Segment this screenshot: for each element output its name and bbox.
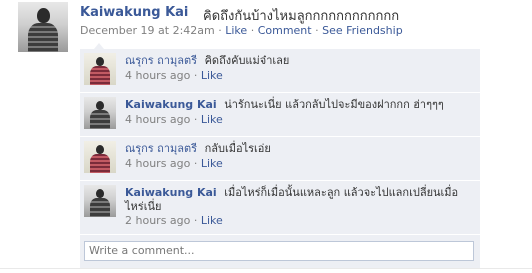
see-friendship-link[interactable]: See Friendship: [322, 24, 403, 37]
comment-item: ณรุกร ถามุลตรี คิดถึงคับแม่จ๋าเลย 4 hour…: [80, 49, 480, 93]
meta-separator: ·: [218, 24, 222, 37]
write-comment-input[interactable]: Write a comment...: [84, 241, 474, 261]
comment-item: ณรุกร ถามุลตรี กลับเมื่อไรเอ่ย 4 hours a…: [80, 137, 480, 181]
meta-separator: ·: [193, 69, 198, 82]
comment-meta: 4 hours ago · Like: [125, 69, 223, 82]
comment-avatar[interactable]: [84, 53, 116, 85]
comment-item: Kaiwakung Kai เมื่อไหร่ก็เมื่อนั้นแหละลู…: [80, 181, 480, 235]
comment-item: Kaiwakung Kai น่ารักนะเนี่ย แล้วกลับไปจะ…: [80, 93, 480, 137]
post-like-link[interactable]: Like: [225, 24, 247, 37]
post-message: คิดถึงกันบ้างไหมลูกกกกกกกกกกกก: [203, 9, 400, 24]
comments-list: ณรุกร ถามุลตรี คิดถึงคับแม่จ๋าเลย 4 hour…: [80, 49, 480, 268]
comment-timestamp[interactable]: 4 hours ago: [125, 157, 190, 170]
post-timestamp[interactable]: December 19 at 2:42am: [80, 24, 215, 37]
comment-like-link[interactable]: Like: [201, 113, 223, 126]
comment-timestamp[interactable]: 2 hours ago: [125, 214, 190, 227]
comment-avatar[interactable]: [84, 97, 116, 129]
comment-meta: 4 hours ago · Like: [125, 157, 223, 170]
post-author-name[interactable]: Kaiwakung Kai: [80, 5, 188, 20]
comment-like-link[interactable]: Like: [201, 157, 223, 170]
comment-author[interactable]: ณรุกร ถามุลตรี: [125, 142, 197, 155]
comment-avatar[interactable]: [84, 141, 116, 173]
story-divider: [0, 268, 532, 269]
post-comment-link[interactable]: Comment: [258, 24, 312, 37]
post-meta: December 19 at 2:42am · Like · Comment ·…: [80, 24, 403, 37]
comment-like-link[interactable]: Like: [201, 69, 223, 82]
meta-separator: ·: [315, 24, 319, 37]
write-comment-area: Write a comment...: [80, 235, 480, 268]
meta-separator: ·: [193, 214, 198, 227]
meta-separator: ·: [193, 113, 198, 126]
comment-text: น่ารักนะเนี่ย แล้วกลับไปจะมีของฝากกก ฮ่า…: [224, 98, 444, 111]
comment-like-link[interactable]: Like: [201, 214, 223, 227]
comment-text: กลับเมื่อไรเอ่ย: [204, 142, 271, 155]
comment-author[interactable]: Kaiwakung Kai: [125, 186, 217, 199]
avatar-head-shape: [37, 8, 50, 23]
comment-timestamp[interactable]: 4 hours ago: [125, 69, 190, 82]
post-author-avatar[interactable]: [18, 2, 68, 52]
meta-separator: ·: [250, 24, 255, 37]
avatar-body-shape: [28, 23, 58, 52]
comment-author[interactable]: Kaiwakung Kai: [125, 98, 217, 111]
comment-meta: 2 hours ago · Like: [125, 214, 223, 227]
comment-meta: 4 hours ago · Like: [125, 113, 223, 126]
comment-avatar[interactable]: [84, 185, 116, 217]
comment-author[interactable]: ณรุกร ถามุลตรี: [125, 54, 197, 67]
comment-text: คิดถึงคับแม่จ๋าเลย: [204, 54, 290, 67]
meta-separator: ·: [193, 157, 198, 170]
comment-timestamp[interactable]: 4 hours ago: [125, 113, 190, 126]
